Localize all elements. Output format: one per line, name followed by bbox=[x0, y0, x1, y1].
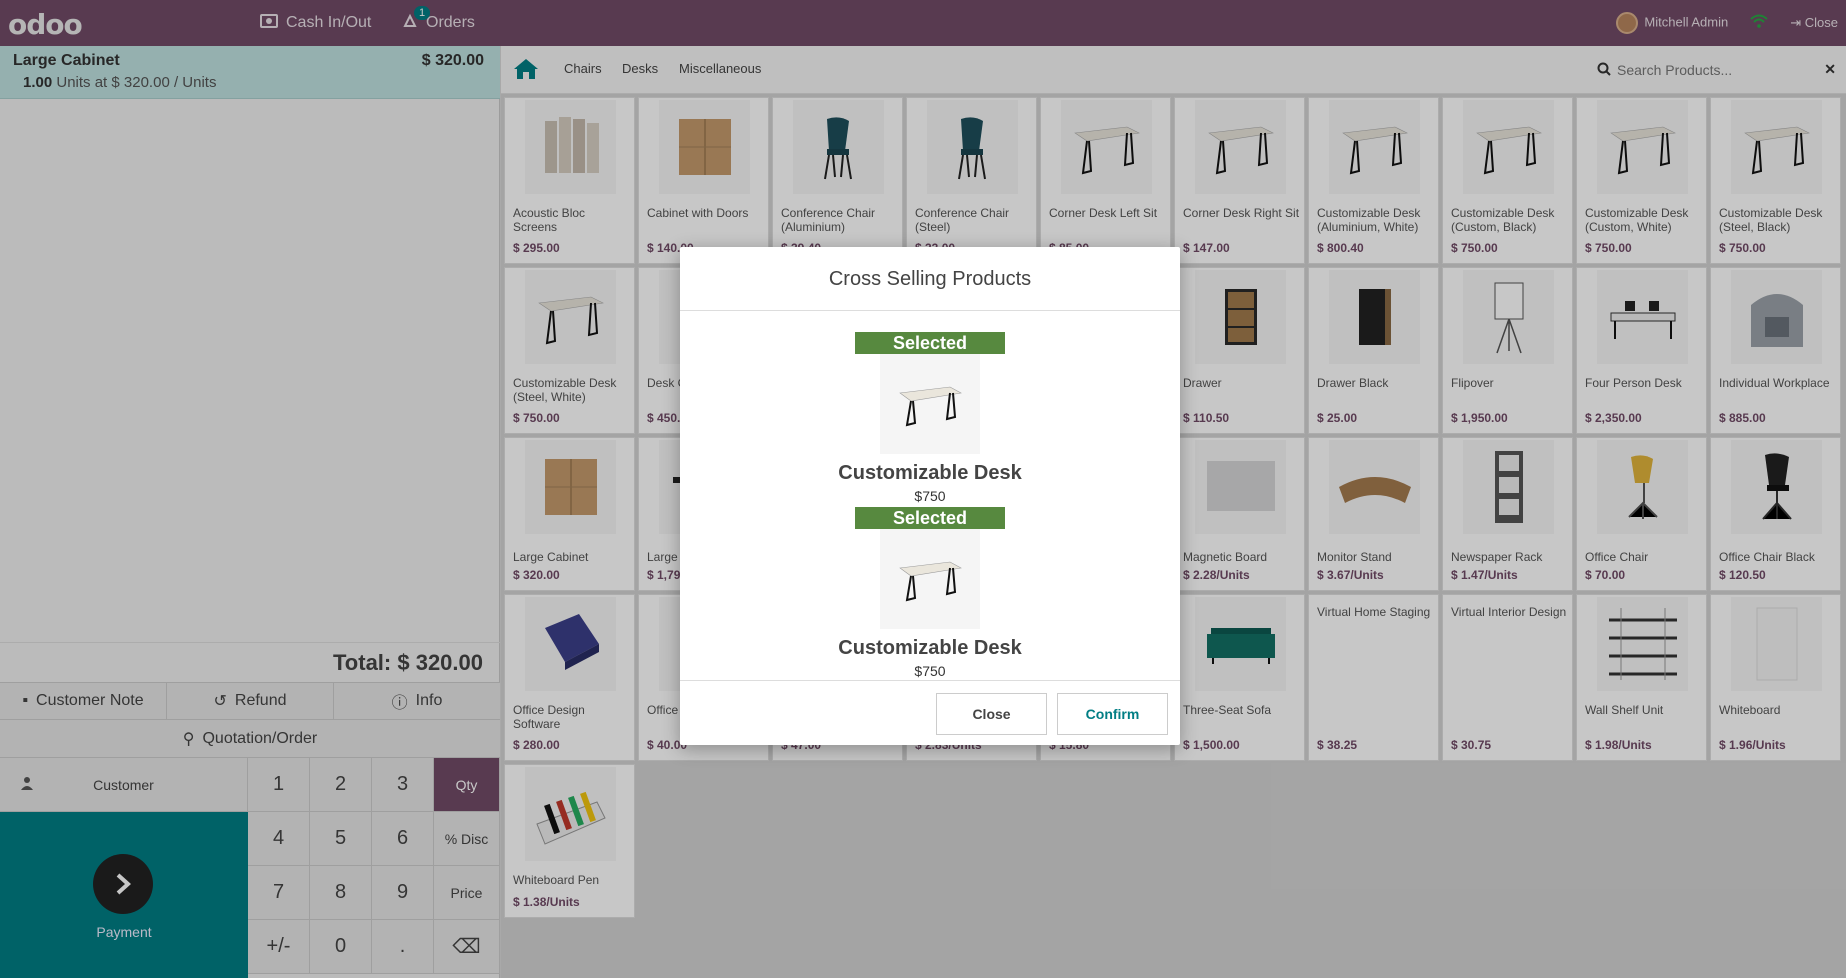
desk-image bbox=[880, 529, 980, 629]
cross-selling-dialog: Cross Selling Products Selected Customiz… bbox=[680, 247, 1180, 745]
cross-sell-price: $750 bbox=[914, 663, 946, 679]
dialog-title: Cross Selling Products bbox=[680, 247, 1180, 311]
cross-sell-name: Customizable Desk bbox=[838, 462, 1022, 484]
confirm-button[interactable]: Confirm bbox=[1057, 693, 1168, 735]
cross-sell-item[interactable]: Selected Customizable Desk $750 bbox=[680, 332, 1180, 506]
cross-sell-item[interactable]: Selected Customizable Desk $750 bbox=[680, 507, 1180, 680]
selected-badge: Selected bbox=[855, 507, 1005, 529]
close-button[interactable]: Close bbox=[936, 693, 1047, 735]
cross-sell-price: $750 bbox=[914, 488, 946, 504]
dialog-footer: Close Confirm bbox=[680, 680, 1180, 745]
selected-badge: Selected bbox=[855, 332, 1005, 354]
desk-image bbox=[880, 354, 980, 454]
dialog-body: Selected Customizable Desk $750 Selected… bbox=[680, 311, 1180, 680]
cross-sell-name: Customizable Desk bbox=[838, 637, 1022, 659]
